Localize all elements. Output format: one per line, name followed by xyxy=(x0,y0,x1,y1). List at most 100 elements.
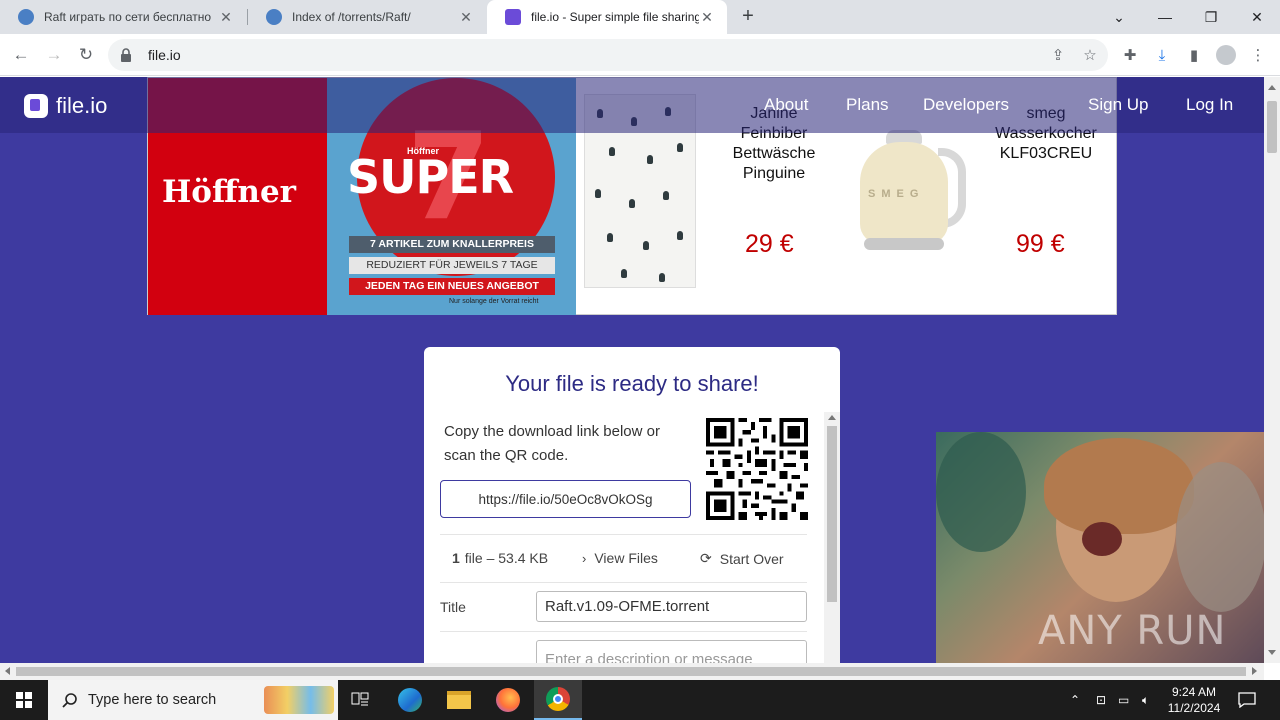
share-icon[interactable]: ⇪ xyxy=(1045,42,1071,68)
close-tab-icon[interactable]: ✕ xyxy=(218,9,234,25)
horizontal-scroll-thumb[interactable] xyxy=(16,667,1246,676)
page-content: Höffner 7 SUPER Höffner 7 ARTIKEL ZUM KN… xyxy=(0,77,1264,663)
promo-line-2: REDUZIERT FÜR JEWEILS 7 TAGE xyxy=(349,257,555,274)
file-explorer-icon[interactable] xyxy=(435,680,483,720)
product-2-price: 99 € xyxy=(1016,230,1065,258)
description-input[interactable]: Enter a description or message xyxy=(536,640,807,663)
fileio-favicon-icon xyxy=(505,9,521,25)
fileio-logo-icon xyxy=(24,94,48,118)
video-overlay: ANY RUN xyxy=(936,432,1264,663)
card-scroll-thumb[interactable] xyxy=(827,426,837,602)
back-arrow-icon[interactable]: ← xyxy=(8,42,34,68)
tab-index[interactable]: Index of /torrents/Raft/ ✕ xyxy=(248,0,486,34)
card-instructions: Copy the download link below or scan the… xyxy=(444,423,660,464)
address-bar[interactable]: file.io xyxy=(108,39,1108,71)
profile-avatar-icon[interactable] xyxy=(1213,42,1239,68)
windows-taskbar: Type here to search ⌃ ⊡ ▭ 🔈︎ 9:24 AM 11/… xyxy=(0,680,1280,720)
side-panel-icon[interactable]: ▮ xyxy=(1181,42,1207,68)
refresh-icon: ⟳ xyxy=(700,550,712,566)
anyrun-watermark: ANY RUN xyxy=(1038,608,1227,654)
brand-name: file.io xyxy=(56,93,108,118)
tab-title: Index of /torrents/Raft/ xyxy=(292,10,411,24)
card-heading: Your file is ready to share! xyxy=(505,371,759,396)
start-over-label: Start Over xyxy=(719,550,784,567)
scroll-up-arrow-icon[interactable] xyxy=(1268,85,1276,90)
taskbar-search-box[interactable]: Type here to search xyxy=(48,680,338,720)
title-label: Title xyxy=(440,599,466,615)
site-navbar: file.io About Plans Developers Sign Up L… xyxy=(0,77,1264,133)
restore-icon[interactable]: ❐ xyxy=(1188,0,1234,34)
qr-code[interactable] xyxy=(706,418,808,520)
show-hidden-icons-chevron-icon[interactable]: ⌃ xyxy=(1070,680,1080,720)
kettle-image: SMEG xyxy=(860,126,966,256)
scroll-down-arrow-icon[interactable] xyxy=(1268,650,1276,655)
site-logo[interactable]: file.io xyxy=(24,93,107,119)
search-icon xyxy=(62,693,77,708)
view-files-label: View Files xyxy=(594,550,658,566)
nav-developers[interactable]: Developers xyxy=(923,95,1009,115)
scroll-up-arrow-icon[interactable] xyxy=(828,415,836,420)
nav-log-in[interactable]: Log In xyxy=(1186,95,1233,115)
page-vertical-scrollbar[interactable] xyxy=(1264,77,1280,663)
search-highlight-icon xyxy=(264,686,334,714)
view-files-button[interactable]: › View Files xyxy=(582,550,658,566)
tab-title: file.io - Super simple file sharing xyxy=(531,10,699,24)
kettle-brand: SMEG xyxy=(868,188,925,200)
ethernet-icon[interactable]: ▭ xyxy=(1118,680,1129,720)
start-over-button[interactable]: ⟳ Start Over xyxy=(700,550,784,567)
divider xyxy=(440,582,807,583)
tab-strip: Raft играть по сети бесплатно ✕ Index of… xyxy=(0,0,1280,34)
edge-icon[interactable] xyxy=(386,680,434,720)
globe-icon xyxy=(266,9,282,25)
promo-line-3: JEDEN TAG EIN NEUES ANGEBOT xyxy=(349,278,555,295)
scroll-left-arrow-icon[interactable] xyxy=(5,667,10,675)
nav-about[interactable]: About xyxy=(764,95,808,115)
windows-start-icon[interactable] xyxy=(0,680,48,720)
divider xyxy=(440,631,807,632)
super-text: SUPER xyxy=(347,150,514,204)
close-window-icon[interactable]: ✕ xyxy=(1234,0,1280,34)
promo-line-1: 7 ARTIKEL ZUM KNALLERPREIS xyxy=(349,236,555,253)
tab-fileio[interactable]: file.io - Super simple file sharing ✕ xyxy=(487,0,727,34)
chrome-icon[interactable] xyxy=(534,680,582,720)
file-count-number: 1 xyxy=(452,550,460,566)
extensions-puzzle-icon[interactable]: ✚ xyxy=(1117,42,1143,68)
volume-icon[interactable]: 🔈︎ xyxy=(1142,680,1149,720)
nav-plans[interactable]: Plans xyxy=(846,95,889,115)
notifications-icon[interactable] xyxy=(1238,680,1256,720)
chevron-right-icon: › xyxy=(582,550,587,566)
firefox-icon[interactable] xyxy=(484,680,532,720)
bookmark-star-icon[interactable]: ☆ xyxy=(1077,42,1103,68)
file-meta: file – 53.4 KB xyxy=(464,550,549,566)
url-text: file.io xyxy=(148,47,181,63)
new-tab-icon[interactable]: + xyxy=(738,6,758,26)
scroll-right-arrow-icon[interactable] xyxy=(1252,667,1257,675)
tab-raft[interactable]: Raft играть по сети бесплатно ✕ xyxy=(0,0,246,34)
tab-search-chevron-icon[interactable]: ⌄ xyxy=(1096,0,1142,34)
network-icon[interactable]: ⊡ xyxy=(1096,680,1106,720)
download-icon[interactable]: ⤓ xyxy=(1149,42,1175,68)
title-input[interactable]: Raft.v1.09-OFME.torrent xyxy=(536,591,807,622)
tab-title: Raft играть по сети бесплатно xyxy=(44,10,212,24)
reload-icon[interactable]: ↻ xyxy=(73,42,99,68)
task-view-icon[interactable] xyxy=(336,680,384,720)
clock-date: 11/2/2024 xyxy=(1167,701,1221,715)
product-1-price: 29 € xyxy=(745,230,794,258)
download-link-field[interactable]: https://file.io/50eOc8vOkOSg xyxy=(440,480,691,518)
taskbar-clock[interactable]: 9:24 AM 11/2/2024 xyxy=(1160,684,1228,716)
promo-footnote: Nur solange der Vorrat reicht xyxy=(449,298,539,305)
lock-icon xyxy=(121,48,131,62)
page-horizontal-scrollbar[interactable] xyxy=(0,663,1264,680)
clock-time: 9:24 AM xyxy=(1171,685,1217,699)
hoffner-logo: Höffner xyxy=(162,174,297,210)
nav-sign-up[interactable]: Sign Up xyxy=(1088,95,1148,115)
minimize-icon[interactable]: — xyxy=(1142,0,1188,34)
card-scrollbar[interactable] xyxy=(824,412,840,663)
close-tab-icon[interactable]: ✕ xyxy=(699,9,715,25)
globe-icon xyxy=(18,9,34,25)
page-scroll-thumb[interactable] xyxy=(1267,101,1277,153)
hoffner-small-logo: Höffner xyxy=(407,146,439,156)
forward-arrow-icon[interactable]: → xyxy=(41,42,67,68)
close-tab-icon[interactable]: ✕ xyxy=(458,9,474,25)
menu-kebab-icon[interactable]: ⋮ xyxy=(1245,42,1271,68)
